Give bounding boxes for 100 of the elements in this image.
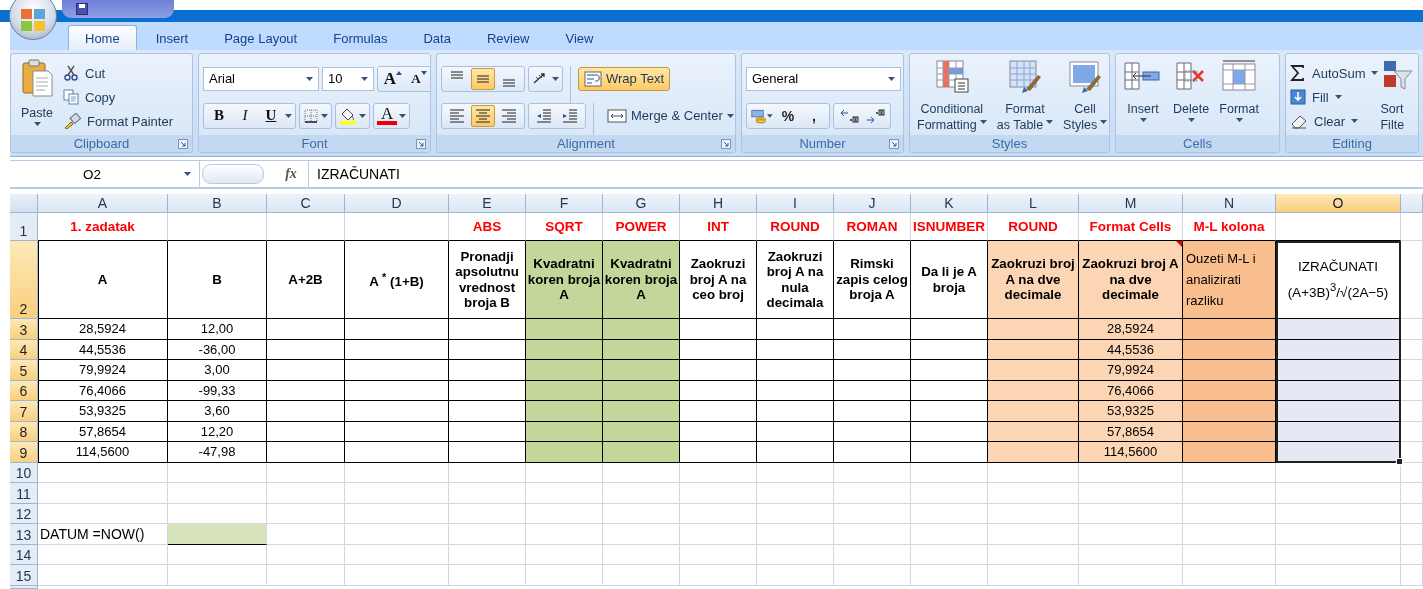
column-header[interactable]: A — [38, 194, 168, 213]
row-header[interactable]: 8 — [10, 421, 38, 442]
caret-icon — [552, 76, 559, 81]
caret-icon — [1371, 71, 1379, 75]
merge-button[interactable]: Merge & Center — [601, 103, 735, 128]
clear-button[interactable]: Clear — [1290, 109, 1379, 133]
format-button[interactable]: Format — [1216, 57, 1263, 135]
paste-button[interactable]: Paste — [15, 57, 59, 135]
column-header[interactable]: B — [168, 194, 267, 213]
formula-field[interactable]: IZRAČUNATI — [308, 161, 1423, 187]
grow-font-button[interactable]: A — [381, 67, 405, 90]
paint-bucket-icon — [339, 106, 357, 125]
group-label: Editing — [1332, 136, 1372, 151]
column-header[interactable]: N — [1183, 194, 1276, 213]
cell-brush-icon — [1068, 59, 1103, 93]
office-button[interactable] — [9, 0, 57, 40]
table-cell: 12,00 — [168, 319, 267, 340]
row-header[interactable]: 13 — [10, 524, 38, 545]
table-button[interactable]: Format as Table — [993, 57, 1057, 135]
row-header[interactable]: 12 — [10, 503, 38, 524]
column-header[interactable]: D — [345, 194, 449, 213]
percent-button[interactable]: % — [776, 104, 800, 127]
row-header[interactable]: 15 — [10, 565, 38, 586]
fill-button[interactable]: Fill — [1290, 85, 1379, 109]
column-header[interactable]: K — [911, 194, 988, 213]
splitter-handle[interactable] — [202, 164, 264, 184]
column-header[interactable]: O — [1276, 194, 1401, 213]
ribbon-tab[interactable]: Review — [469, 25, 547, 50]
dialog-launcher-icon[interactable] — [721, 139, 731, 149]
row-header[interactable]: 5 — [10, 360, 38, 381]
align-lines-icon — [502, 78, 516, 87]
align-center-button[interactable] — [471, 104, 495, 127]
sort-filter-button[interactable]: Sort Filte — [1380, 57, 1415, 135]
bold-button[interactable]: B — [207, 104, 231, 127]
column-header[interactable]: L — [988, 194, 1079, 213]
ribbon-tab[interactable]: View — [548, 25, 611, 50]
comma-button[interactable]: , — [802, 104, 826, 127]
conditional-button[interactable]: Conditional Formatting — [914, 57, 990, 135]
wrap-text-button[interactable]: Wrap Text — [578, 66, 671, 91]
cut-button[interactable]: Cut — [63, 61, 173, 85]
table-cell: 44,5536 — [1079, 339, 1183, 360]
ribbon-tab[interactable]: Page Layout — [207, 25, 315, 50]
align-middle-button[interactable] — [471, 67, 495, 90]
group-label: Number — [799, 136, 846, 151]
column-header[interactable]: I — [757, 194, 834, 213]
column-header[interactable]: G — [603, 194, 680, 213]
column-header[interactable]: M — [1079, 194, 1183, 213]
row-header[interactable]: 2 — [10, 241, 38, 319]
format-painter-button[interactable]: Format Painter — [63, 109, 173, 133]
row-header[interactable]: 9 — [10, 442, 38, 463]
table-cell: 12,20 — [168, 421, 267, 442]
empty-cell — [1401, 503, 1423, 524]
table-cell: 114,5600 — [38, 442, 168, 463]
dialog-launcher-icon[interactable] — [416, 139, 426, 149]
row-header[interactable]: 6 — [10, 380, 38, 401]
table-cell: INT — [680, 213, 757, 241]
row-header[interactable]: 11 — [10, 483, 38, 504]
cell-styles-button[interactable]: Cell Styles — [1060, 57, 1109, 135]
font-color-button[interactable]: A — [373, 102, 411, 129]
name-box[interactable]: O2 — [10, 161, 200, 187]
row-header[interactable]: 10 — [10, 462, 38, 483]
number-format-dropdown[interactable]: General — [746, 66, 901, 91]
table-cell: 3,60 — [168, 401, 267, 422]
empty-cell — [1401, 565, 1423, 586]
group-label: Clipboard — [73, 136, 130, 151]
insert-function-button[interactable]: fx — [274, 166, 308, 182]
font-size-dropdown[interactable]: 10 — [322, 66, 374, 91]
insert-button[interactable]: Insert — [1120, 57, 1166, 135]
column-header[interactable]: J — [834, 194, 911, 213]
font-name-dropdown[interactable]: Arial — [203, 66, 319, 91]
row-header[interactable]: 7 — [10, 401, 38, 422]
column-header[interactable]: C — [267, 194, 345, 213]
triangle-up-icon — [396, 70, 403, 75]
ribbon-tab[interactable]: Formulas — [316, 25, 405, 50]
orientation-button[interactable] — [528, 65, 563, 92]
autosum-button[interactable]: AutoSum — [1290, 61, 1379, 85]
row-header[interactable]: 1 — [10, 213, 38, 241]
table-cell: 57,8654 — [38, 421, 168, 442]
row-header[interactable]: 4 — [10, 339, 38, 360]
underline-button[interactable]: U — [259, 104, 283, 127]
ribbon-tab[interactable]: Data — [406, 25, 468, 50]
row-header[interactable]: 3 — [10, 319, 38, 340]
dialog-launcher-icon[interactable] — [889, 139, 899, 149]
italic-button[interactable]: I — [233, 104, 257, 127]
copy-button[interactable]: Copy — [63, 85, 173, 109]
ribbon-tab[interactable]: Home — [68, 25, 137, 50]
column-header[interactable]: H — [680, 194, 757, 213]
shrink-font-button[interactable]: A — [407, 67, 430, 90]
row-header[interactable]: 14 — [10, 544, 38, 565]
save-icon[interactable] — [76, 3, 88, 15]
ribbon-tab[interactable]: Insert — [138, 25, 206, 50]
caret-icon — [184, 172, 191, 176]
dialog-launcher-icon[interactable] — [178, 139, 188, 149]
fill-color-button[interactable] — [335, 102, 370, 129]
borders-button[interactable] — [299, 102, 332, 129]
column-header[interactable]: E — [449, 194, 526, 213]
delete-button[interactable]: Delete — [1170, 57, 1213, 135]
column-header[interactable]: F — [526, 194, 603, 213]
quick-access-toolbar[interactable] — [62, 0, 174, 18]
highlighted-table-icon — [934, 59, 969, 93]
